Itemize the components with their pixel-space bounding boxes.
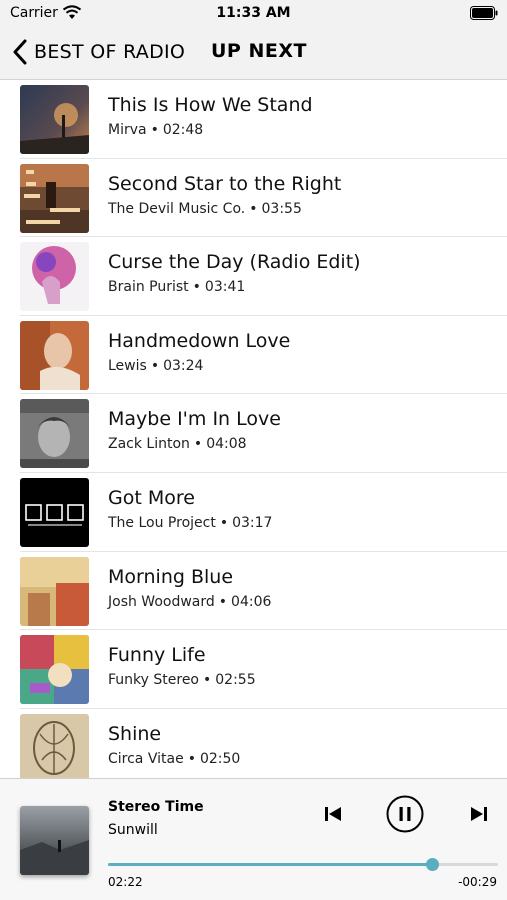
separator-dot: • <box>150 122 159 138</box>
track-artist: Lewis <box>108 357 147 374</box>
back-button-label: BEST OF RADIO <box>34 41 186 63</box>
track-duration: 02:48 <box>162 122 204 138</box>
chevron-left-icon <box>13 39 27 65</box>
track-artist: The Devil Music Co. <box>108 200 246 217</box>
track-artist: Circa Vitae <box>108 750 184 767</box>
track-title: Funny Life <box>108 644 206 667</box>
remaining-time: -00:29 <box>458 875 497 889</box>
track-meta: The Devil Music Co. • 03:55 <box>108 201 302 217</box>
track-row[interactable]: Second Star to the Right The Devil Music… <box>20 159 507 238</box>
track-title: Handmedown Love <box>108 329 291 352</box>
track-duration: 04:08 <box>206 436 247 453</box>
page-title: UP NEXT <box>211 40 307 62</box>
track-title: Maybe I'm In Love <box>108 408 281 431</box>
track-row[interactable]: Funny Life Funky Stereo • 02:55 <box>20 630 507 709</box>
battery-icon <box>470 6 498 20</box>
track-meta: Lewis • 03:24 <box>108 358 203 374</box>
track-title: Second Star to the Right <box>108 172 342 195</box>
track-meta: Circa Vitae • 02:50 <box>108 751 240 767</box>
track-title: Shine <box>108 722 162 745</box>
track-row[interactable]: Morning Blue Josh Woodward • 04:06 <box>20 552 507 631</box>
track-row[interactable]: Maybe I'm In Love Zack Linton • 04:08 <box>20 394 507 473</box>
separator-dot: • <box>192 279 201 296</box>
album-art-this-is-how-we-stand <box>20 85 89 154</box>
track-artist: Funky Stereo <box>108 672 199 689</box>
status-bar: Carrier 11:33 AM <box>0 0 507 26</box>
separator-dot: • <box>150 357 160 374</box>
track-row[interactable]: Shine Circa Vitae • 02:50 <box>20 709 507 778</box>
track-artist: Zack Linton <box>108 436 190 453</box>
skip-next-icon[interactable] <box>468 803 490 825</box>
track-meta: Funky Stereo • 02:55 <box>108 672 256 688</box>
track-artist: The Lou Project <box>108 514 216 531</box>
track-row[interactable]: Got More The Lou Project • 03:17 <box>20 473 507 552</box>
elapsed-time: 02:22 <box>108 875 143 889</box>
track-title: Morning Blue <box>108 565 234 588</box>
album-art-second-star <box>20 163 89 233</box>
progress-thumb[interactable] <box>425 858 439 871</box>
track-title: Got More <box>108 486 195 509</box>
track-meta: Mirva • 02:48 <box>108 122 203 138</box>
up-next-track-list[interactable]: This Is How We Stand Mirva • 02:48 Second … <box>0 80 507 778</box>
track-meta: Brain Purist • 03:41 <box>108 279 245 295</box>
album-art-shine <box>20 713 89 778</box>
now-playing-title: Stereo Time <box>108 799 204 815</box>
track-duration: 03:41 <box>204 279 246 296</box>
status-time: 11:33 AM <box>216 5 291 21</box>
now-playing-album-art[interactable] <box>20 806 89 875</box>
track-duration: 03:55 <box>261 200 302 217</box>
skip-previous-icon[interactable] <box>322 803 344 825</box>
now-playing-artist: Sunwill <box>108 822 158 838</box>
separator-dot: • <box>203 672 212 689</box>
separator-dot: • <box>193 436 203 453</box>
album-art-got-more <box>20 477 89 547</box>
track-row[interactable]: Handmedown Love Lewis • 03:24 <box>20 316 507 395</box>
track-duration: 03:24 <box>163 357 204 374</box>
album-art-morning-blue <box>20 556 89 626</box>
track-row[interactable]: This Is How We Stand Mirva • 02:48 <box>20 80 507 159</box>
track-duration: 02:50 <box>199 750 241 767</box>
progress-fill <box>108 863 432 866</box>
track-artist: Brain Purist <box>108 279 189 296</box>
album-art-maybe-im-in-love <box>20 399 89 469</box>
track-artist: Mirva <box>108 122 147 138</box>
album-art-curse-the-day <box>20 242 89 312</box>
track-artist: Josh Woodward <box>108 593 215 610</box>
separator-dot: • <box>219 514 229 531</box>
navigation-bar: BEST OF RADIO UP NEXT <box>0 26 507 80</box>
track-duration: 03:17 <box>232 514 273 531</box>
track-row[interactable]: Curse the Day (Radio Edit) Brain Purist •… <box>20 237 507 316</box>
track-meta: Josh Woodward • 04:06 <box>108 594 271 610</box>
track-title: This Is How We Stand <box>108 94 313 116</box>
back-button[interactable]: BEST OF RADIO <box>12 37 185 67</box>
pause-icon[interactable] <box>386 795 424 833</box>
separator-dot: • <box>187 750 196 767</box>
track-meta: The Lou Project • 03:17 <box>108 515 272 531</box>
track-title: Curse the Day (Radio Edit) <box>108 251 361 274</box>
track-duration: 02:55 <box>215 672 256 689</box>
album-art-handmedown-love <box>20 320 89 390</box>
separator-dot: • <box>218 593 228 610</box>
separator-dot: • <box>249 200 258 217</box>
progress-slider[interactable] <box>108 858 498 871</box>
now-playing-bar: Stereo Time Sunwill 02:22 -00:29 <box>0 778 507 900</box>
track-meta: Zack Linton • 04:08 <box>108 436 247 452</box>
track-duration: 04:06 <box>231 593 272 610</box>
album-art-funny-life <box>20 635 89 705</box>
